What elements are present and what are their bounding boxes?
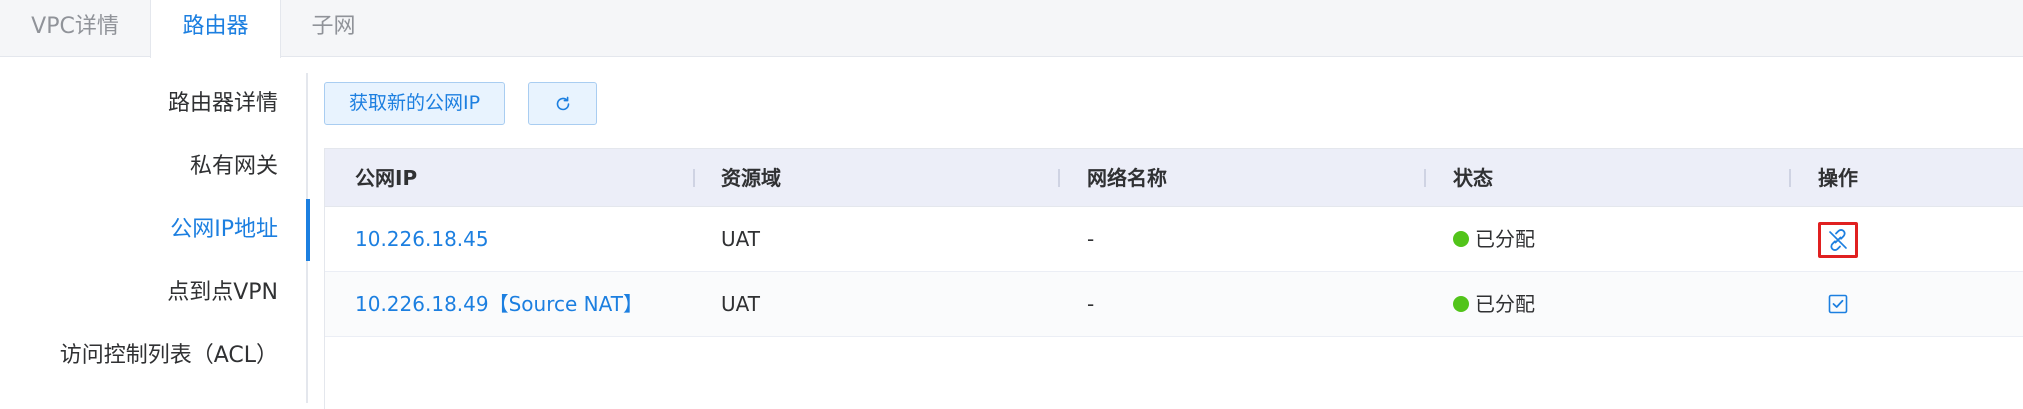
status-cell: 已分配 bbox=[1453, 207, 1535, 272]
public-ip-link[interactable]: 10.226.18.49【Source NAT】 bbox=[355, 272, 643, 337]
status-dot-icon bbox=[1453, 296, 1469, 312]
top-tab-bar: VPC详情 路由器 子网 bbox=[0, 0, 2023, 58]
column-header-status: 状态 bbox=[1453, 166, 1493, 190]
resource-domain-cell: UAT bbox=[721, 292, 760, 316]
column-header-resource-domain: 资源域 bbox=[721, 166, 781, 190]
sidebar-item-acl[interactable]: 访问控制列表（ACL） bbox=[60, 325, 278, 387]
table-header: 公网IP 资源域 网络名称 状态 操作 bbox=[325, 149, 2023, 207]
column-header-public-ip: 公网IP bbox=[355, 166, 418, 190]
status-cell: 已分配 bbox=[1453, 272, 1535, 337]
sidebar-item-public-ip[interactable]: 公网IP地址 bbox=[170, 199, 278, 261]
refresh-button[interactable] bbox=[528, 82, 597, 125]
column-resizer[interactable] bbox=[1424, 169, 1426, 187]
sidebar-item-private-gateway[interactable]: 私有网关 bbox=[190, 136, 278, 198]
disassociate-link-icon[interactable] bbox=[1826, 228, 1850, 252]
table-row: 10.226.18.45 UAT - 已分配 bbox=[325, 207, 2023, 272]
tab-vpc-details[interactable]: VPC详情 bbox=[0, 0, 150, 57]
sidebar-item-router-details[interactable]: 路由器详情 bbox=[168, 73, 278, 135]
checkbox-checked-icon[interactable] bbox=[1828, 294, 1848, 314]
column-resizer[interactable] bbox=[1058, 169, 1060, 187]
status-text: 已分配 bbox=[1475, 227, 1535, 251]
network-name-cell: - bbox=[1087, 292, 1095, 316]
column-header-network-name: 网络名称 bbox=[1087, 166, 1167, 190]
column-resizer[interactable] bbox=[693, 169, 695, 187]
public-ip-table: 公网IP 资源域 网络名称 状态 操作 10.226.18.45 UAT - 已… bbox=[324, 148, 2023, 409]
router-side-nav: 路由器详情 私有网关 公网IP地址 点到点VPN 访问控制列表（ACL） bbox=[0, 57, 312, 409]
tab-router[interactable]: 路由器 bbox=[150, 0, 281, 58]
column-header-actions: 操作 bbox=[1818, 166, 1858, 190]
acquire-public-ip-button[interactable]: 获取新的公网IP bbox=[324, 82, 505, 125]
column-resizer[interactable] bbox=[1789, 169, 1791, 187]
sidebar-item-site-to-site-vpn[interactable]: 点到点VPN bbox=[167, 262, 278, 324]
status-text: 已分配 bbox=[1475, 292, 1535, 316]
status-dot-icon bbox=[1453, 231, 1469, 247]
sidebar-active-indicator bbox=[306, 199, 310, 261]
refresh-icon bbox=[556, 96, 569, 110]
resource-domain-cell: UAT bbox=[721, 227, 760, 251]
table-row: 10.226.18.49【Source NAT】 UAT - 已分配 bbox=[325, 272, 2023, 337]
network-name-cell: - bbox=[1087, 227, 1095, 251]
tab-subnet[interactable]: 子网 bbox=[281, 0, 386, 57]
public-ip-link[interactable]: 10.226.18.45 bbox=[355, 207, 489, 272]
